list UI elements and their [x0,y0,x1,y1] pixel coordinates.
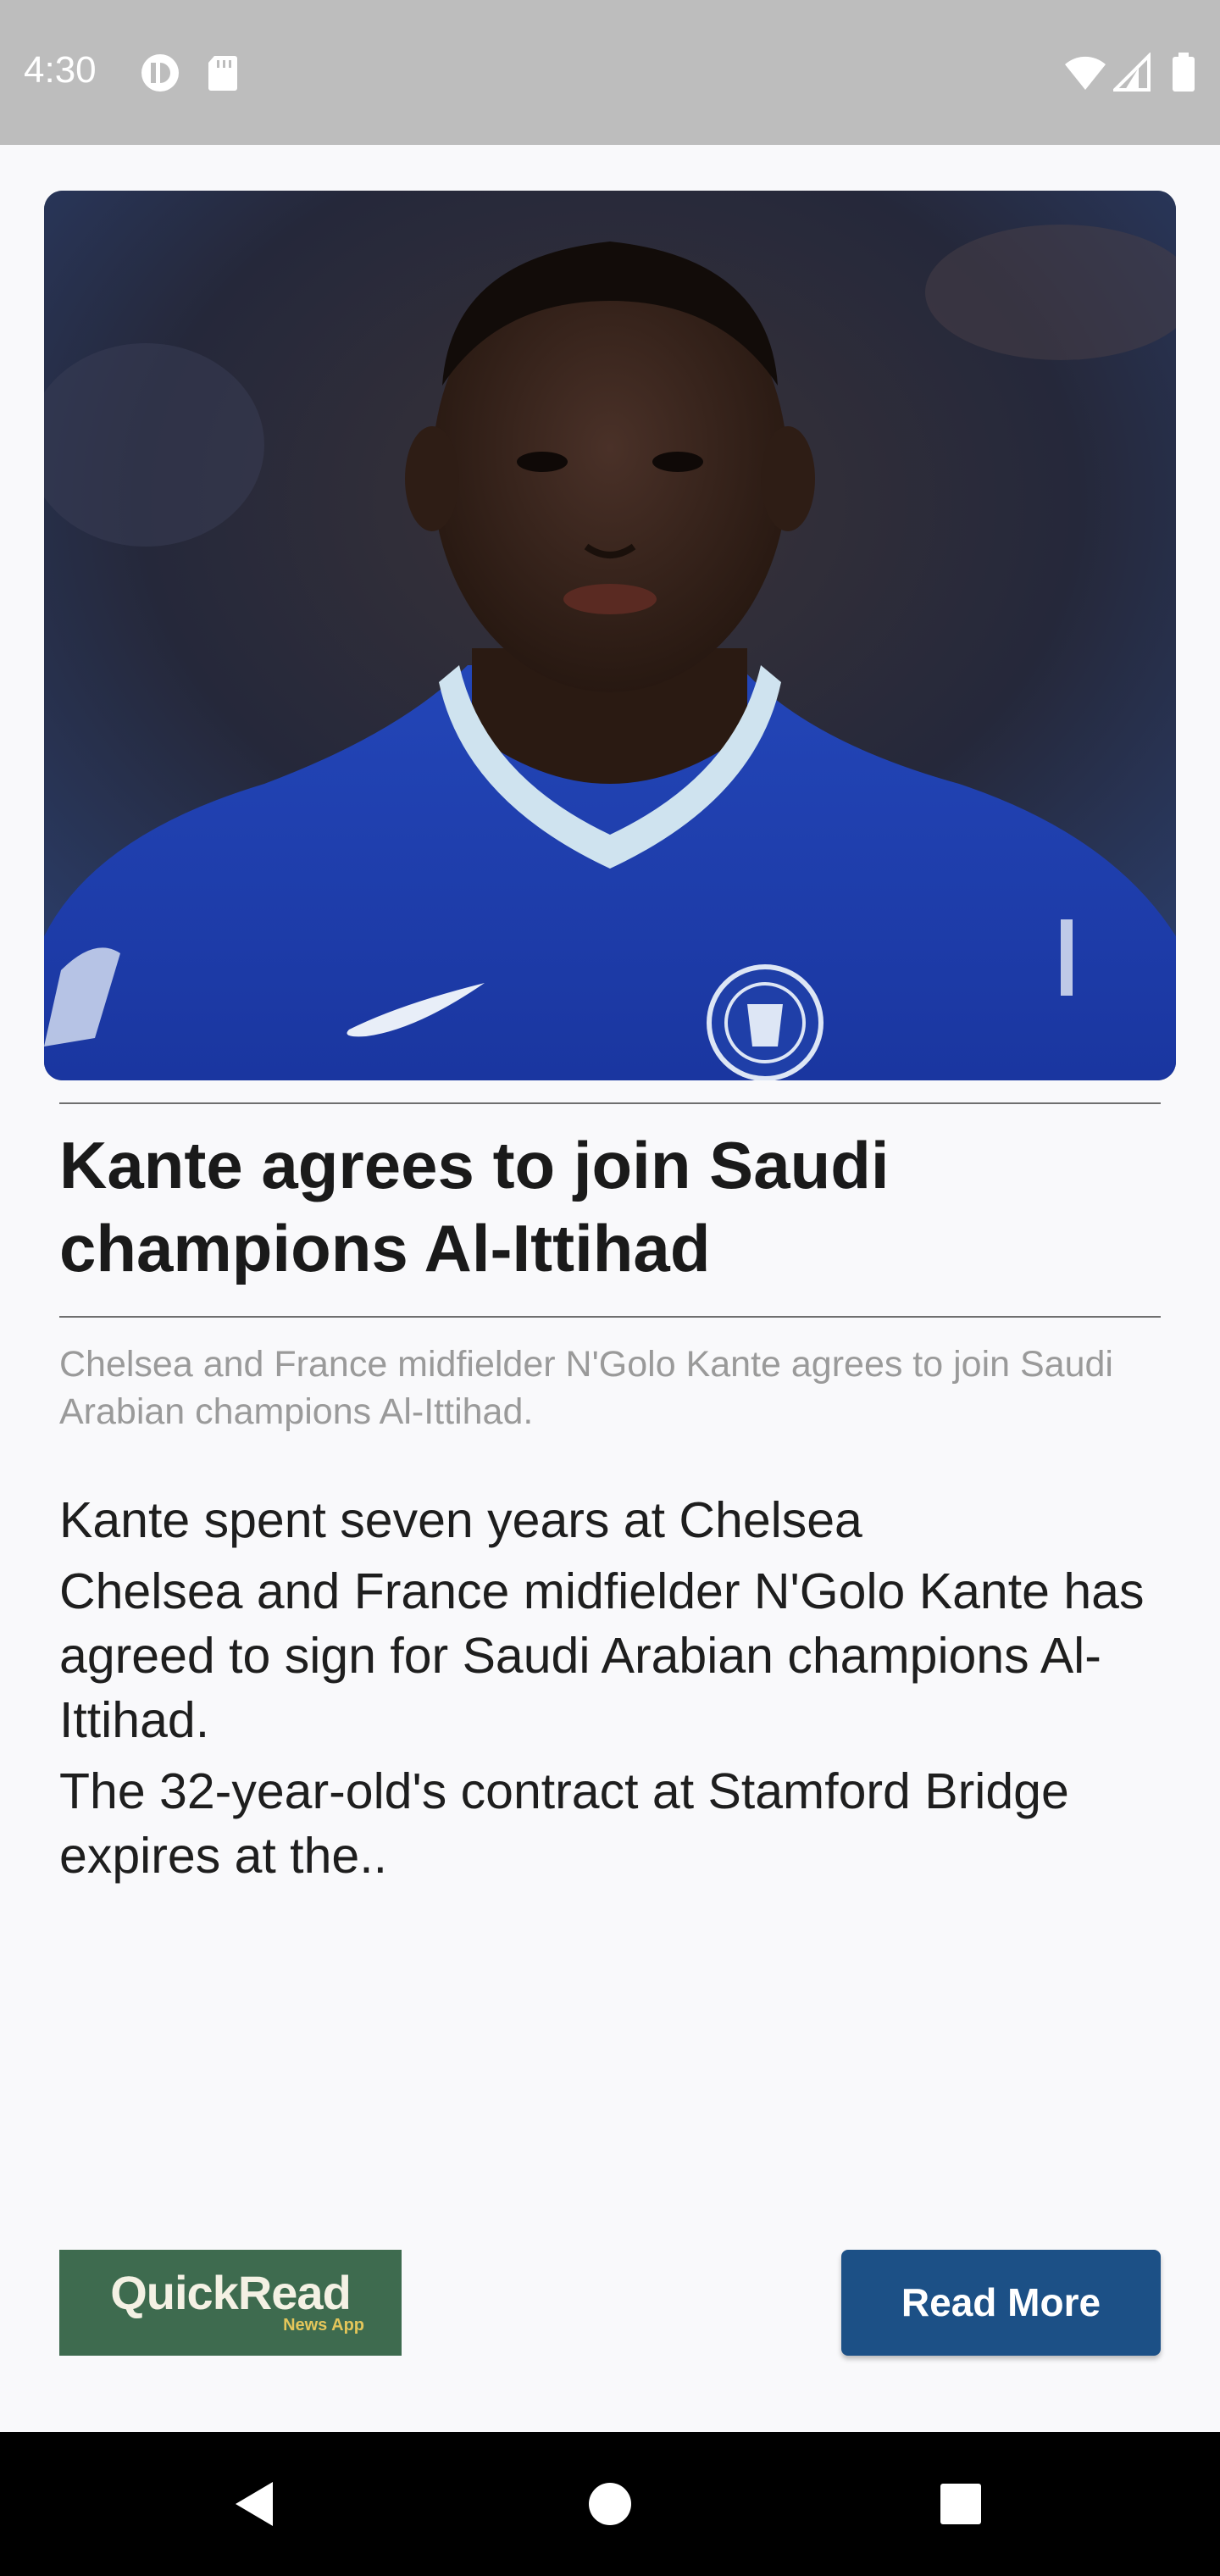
article-view: Kante agrees to join Saudi champions Al-… [0,145,1220,2432]
divider-top [59,1102,1161,1104]
status-time: 4:30 [24,49,97,91]
article-paragraph: Kante spent seven years at Chelsea [59,1492,862,1548]
article-paragraph: The 32-year-old's contract at Stamford B… [59,1763,1069,1884]
quickread-logo: QuickRead News App [59,2250,402,2356]
article-body: Kante spent seven years at Chelsea Chels… [59,1488,1178,1895]
home-icon[interactable] [568,2462,652,2546]
article-paragraph: Chelsea and France midfielder N'Golo Kan… [59,1563,1145,1748]
wifi-icon [1064,53,1106,93]
battery-icon [1171,53,1196,93]
navigation-bar [0,2432,1220,2576]
divider-bottom [59,1316,1161,1318]
back-icon[interactable] [212,2462,297,2546]
read-more-button[interactable]: Read More [841,2250,1161,2356]
recents-icon[interactable] [918,2462,1003,2546]
article-summary: Chelsea and France midfielder N'Golo Kan… [59,1344,1113,1432]
sd-card-icon [206,53,247,93]
logo-subtext: News App [283,2316,364,2334]
sync-icon [140,53,180,93]
status-bar: 4:30 [0,0,1220,145]
article-image [44,191,1176,1080]
logo-text: QuickRead [110,2266,352,2319]
article-headline: Kante agrees to join Saudi champions Al-… [59,1128,890,1285]
cellular-signal-icon [1111,52,1151,93]
